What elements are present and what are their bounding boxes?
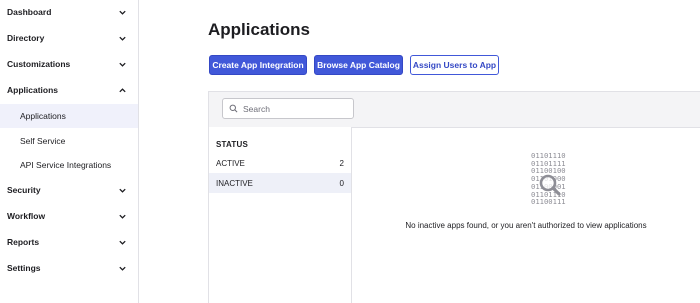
search-icon [229,104,238,113]
empty-state-message: No inactive apps found, or you aren't au… [405,221,647,230]
chevron-down-icon [116,184,128,196]
status-heading: STATUS [216,140,249,149]
sidebar-section-label: Customizations [7,59,71,69]
sidebar-section-label: Applications [7,85,59,95]
status-filter-active[interactable]: ACTIVE 2 [209,153,351,173]
chevron-down-icon [116,32,128,44]
sidebar: Dashboard Directory Customizations Appli… [0,0,139,303]
status-label: ACTIVE [216,158,245,168]
applications-results-panel [352,127,700,303]
sidebar-section-label: Security [7,185,41,195]
sidebar-section-customizations[interactable]: Customizations [0,52,139,76]
sidebar-item-applications[interactable]: Applications [0,104,138,128]
chevron-down-icon [116,6,128,18]
chevron-down-icon [116,236,128,248]
sidebar-section-label: Workflow [7,211,46,221]
create-app-integration-button[interactable]: Create App Integration [209,55,307,75]
sidebar-section-label: Settings [7,263,41,273]
sidebar-section-label: Reports [7,237,40,247]
sidebar-section-directory[interactable]: Directory [0,26,139,50]
empty-state-illustration: 01101110 01101111 01100100 01101000 0110… [531,152,575,214]
chevron-down-icon [116,210,128,222]
search-placeholder: Search [243,103,270,114]
page-title: Applications [208,20,311,39]
sidebar-section-label: Directory [7,33,45,43]
browse-app-catalog-button[interactable]: Browse App Catalog [314,55,403,75]
status-count: 2 [339,158,344,168]
assign-users-to-app-button[interactable]: Assign Users to App [410,55,499,75]
sidebar-section-applications[interactable]: Applications [0,78,139,102]
sidebar-section-workflow[interactable]: Workflow [0,204,139,228]
sidebar-section-dashboard[interactable]: Dashboard [0,0,139,24]
status-count: 0 [339,178,344,188]
chevron-down-icon [116,262,128,274]
sidebar-section-label: Dashboard [7,7,52,17]
sidebar-section-security[interactable]: Security [0,178,139,202]
chevron-down-icon [116,58,128,70]
magnifier-icon [539,174,561,196]
status-label: INACTIVE [216,178,253,188]
status-filter-inactive[interactable]: INACTIVE 0 [209,173,351,193]
sidebar-item-self-service[interactable]: Self Service [0,129,138,153]
sidebar-item-api-service-integrations[interactable]: API Service Integrations [0,153,138,177]
chevron-up-icon [116,84,128,96]
sidebar-section-settings[interactable]: Settings [0,256,139,280]
sidebar-section-reports[interactable]: Reports [0,230,139,254]
search-input[interactable]: Search [222,98,354,119]
